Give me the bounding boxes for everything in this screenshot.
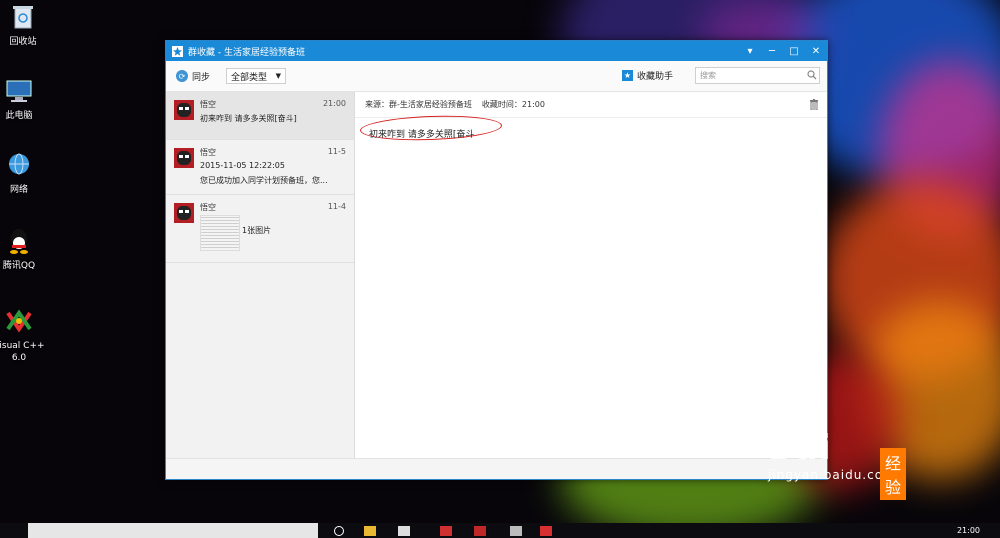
minimize-button[interactable]: ─	[761, 41, 783, 61]
store-icon[interactable]	[398, 526, 410, 536]
list-item[interactable]: 悟空 11-4 1张图片	[166, 195, 354, 263]
item-preview: 1张图片	[242, 226, 272, 235]
favorite-content: 初来咋到 请多多关照[奋斗	[369, 130, 475, 140]
item-time: 11-5	[327, 147, 346, 156]
star-icon	[172, 45, 183, 57]
status-bar	[166, 458, 827, 479]
title-bar[interactable]: 群收藏 - 生活家居经验预备班 ▾ ─ □ ✕	[166, 41, 827, 61]
detail-meta: 来源：群-生活家居经验预备班 收藏时间：21:00	[355, 92, 827, 118]
app-icon[interactable]	[440, 526, 452, 536]
app-icon[interactable]	[540, 526, 552, 536]
avatar	[174, 203, 194, 223]
toolbar: ⟳ 同步 全部类型 ▼ ★ 收藏助手 搜索	[166, 61, 827, 92]
type-select-value: 全部类型	[231, 72, 268, 83]
taskbar-search[interactable]	[28, 523, 318, 538]
star-icon: ★	[622, 70, 633, 81]
list-item[interactable]: 悟空 21:00 初来咋到 请多多关照[奋斗]	[166, 92, 354, 140]
watermark-url: jingyan.baidu.com	[768, 468, 896, 482]
favorites-list: 悟空 21:00 初来咋到 请多多关照[奋斗] 悟空 11-5 2015-11-…	[166, 92, 355, 459]
desktop-icon-qq[interactable]: 腾讯QQ	[0, 226, 42, 272]
favorites-helper-button[interactable]: ★ 收藏助手	[622, 69, 673, 82]
saved-time: 收藏时间：21:00	[481, 100, 545, 109]
desktop-icon-visual-cpp[interactable]: Visual C++ 6.0	[0, 306, 45, 364]
desktop-icon-recycle-bin[interactable]: 回收站	[0, 2, 46, 48]
computer-icon	[4, 76, 34, 106]
visual-cpp-icon	[4, 306, 34, 336]
helper-label: 收藏助手	[637, 72, 674, 82]
sender-name: 悟空	[200, 203, 216, 212]
close-button[interactable]: ✕	[805, 41, 827, 61]
app-icon[interactable]	[474, 526, 486, 536]
item-preview-secondary: 您已成功加入同学计划预备班，您...	[200, 176, 328, 185]
list-item[interactable]: 悟空 11-5 2015-11-05 12:22:05 您已成功加入同学计划预备…	[166, 140, 354, 195]
app-icon[interactable]	[510, 526, 522, 536]
item-preview: 2015-11-05 12:22:05	[200, 161, 285, 170]
maximize-button[interactable]: □	[783, 41, 805, 61]
sender-name: 悟空	[200, 100, 216, 109]
type-select[interactable]: 全部类型 ▼	[226, 68, 287, 84]
desktop-icon-network[interactable]: 网络	[0, 150, 42, 196]
search-icon[interactable]	[805, 69, 819, 82]
cortana-icon[interactable]	[334, 526, 344, 536]
watermark: Bai 经验 jingyan.baidu.com	[768, 428, 907, 500]
watermark-badge: 经验	[880, 448, 907, 500]
avatar	[174, 148, 194, 168]
detail-pane: 来源：群-生活家居经验预备班 收藏时间：21:00 初来咋到 请多多关照[奋斗	[355, 92, 827, 459]
taskbar: 21:00	[0, 523, 1000, 538]
sync-icon: ⟳	[176, 70, 188, 82]
watermark-brand: Bai	[768, 428, 832, 468]
taskbar-clock[interactable]: 21:00	[957, 526, 980, 535]
item-time: 21:00	[322, 99, 346, 108]
favorites-window: 群收藏 - 生活家居经验预备班 ▾ ─ □ ✕ ⟳ 同步 全部类型 ▼ ★ 收藏…	[165, 40, 828, 480]
network-icon	[4, 150, 34, 180]
desktop-icon-this-pc[interactable]: 此电脑	[0, 76, 42, 122]
source-label: 来源：群-生活家居经验预备班	[365, 100, 472, 109]
search-input[interactable]: 搜索	[695, 67, 820, 84]
avatar	[174, 100, 194, 120]
file-explorer-icon[interactable]	[364, 526, 376, 536]
recycle-bin-icon	[8, 2, 38, 32]
menu-button[interactable]: ▾	[739, 41, 761, 61]
search-placeholder: 搜索	[700, 71, 716, 80]
item-time: 11-4	[327, 202, 346, 211]
image-thumbnail	[200, 215, 240, 251]
item-preview: 初来咋到 请多多关照[奋斗]	[200, 114, 297, 123]
sync-button[interactable]: ⟳ 同步	[176, 70, 210, 83]
sender-name: 悟空	[200, 148, 216, 157]
sync-label: 同步	[192, 72, 211, 83]
qq-icon	[4, 226, 34, 256]
chevron-down-icon: ▼	[275, 72, 282, 80]
window-title: 群收藏 - 生活家居经验预备班	[188, 47, 305, 58]
trash-icon[interactable]	[809, 99, 819, 113]
